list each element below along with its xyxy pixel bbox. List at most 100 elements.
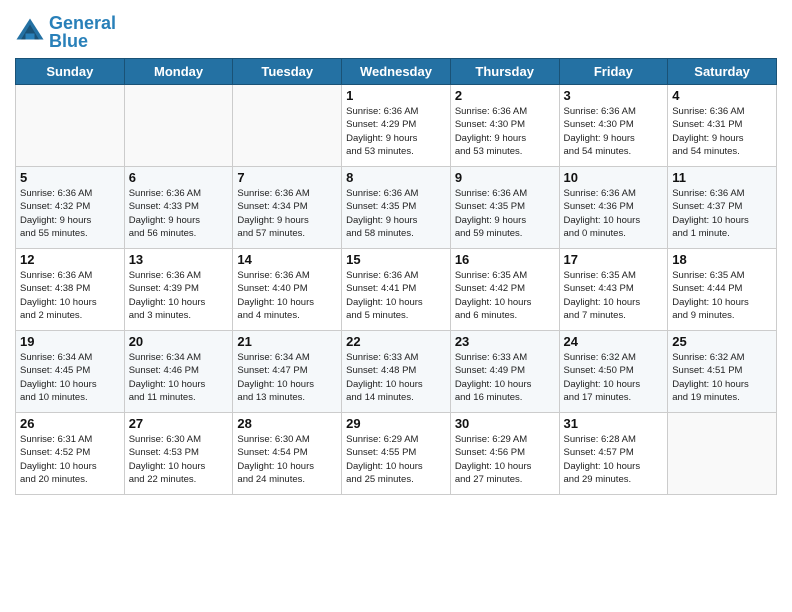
week-row-2: 5 Sunrise: 6:36 AM Sunset: 4:32 PM Daylig… bbox=[16, 167, 777, 249]
day-info: Sunrise: 6:36 AM Sunset: 4:30 PM Dayligh… bbox=[564, 105, 664, 158]
day-number: 8 bbox=[346, 170, 446, 185]
day-number: 26 bbox=[20, 416, 120, 431]
day-info: Sunrise: 6:30 AM Sunset: 4:54 PM Dayligh… bbox=[237, 433, 337, 486]
col-header-sunday: Sunday bbox=[16, 59, 125, 85]
day-cell: 23 Sunrise: 6:33 AM Sunset: 4:49 PM Dayli… bbox=[450, 331, 559, 413]
day-cell: 11 Sunrise: 6:36 AM Sunset: 4:37 PM Dayli… bbox=[668, 167, 777, 249]
day-cell: 29 Sunrise: 6:29 AM Sunset: 4:55 PM Dayli… bbox=[342, 413, 451, 495]
day-cell: 12Sunrise: 6:36 AM Sunset: 4:38 PM Dayli… bbox=[16, 249, 125, 331]
day-number: 12 bbox=[20, 252, 120, 267]
day-info: Sunrise: 6:36 AM Sunset: 4:35 PM Dayligh… bbox=[455, 187, 555, 240]
day-cell bbox=[124, 85, 233, 167]
day-info: Sunrise: 6:32 AM Sunset: 4:50 PM Dayligh… bbox=[564, 351, 664, 404]
week-row-5: 26 Sunrise: 6:31 AM Sunset: 4:52 PM Dayli… bbox=[16, 413, 777, 495]
day-cell: 4Sunrise: 6:36 AM Sunset: 4:31 PM Daylig… bbox=[668, 85, 777, 167]
day-number: 10 bbox=[564, 170, 664, 185]
day-cell: 27 Sunrise: 6:30 AM Sunset: 4:53 PM Dayli… bbox=[124, 413, 233, 495]
day-number: 5 bbox=[20, 170, 120, 185]
day-number: 19 bbox=[20, 334, 120, 349]
day-cell: 26 Sunrise: 6:31 AM Sunset: 4:52 PM Dayli… bbox=[16, 413, 125, 495]
week-row-1: 1 Sunrise: 6:36 AM Sunset: 4:29 PM Daylig… bbox=[16, 85, 777, 167]
logo-icon bbox=[15, 17, 45, 47]
col-header-wednesday: Wednesday bbox=[342, 59, 451, 85]
day-number: 27 bbox=[129, 416, 229, 431]
day-info: Sunrise: 6:34 AM Sunset: 4:46 PM Dayligh… bbox=[129, 351, 229, 404]
day-cell: 1 Sunrise: 6:36 AM Sunset: 4:29 PM Daylig… bbox=[342, 85, 451, 167]
day-info: Sunrise: 6:36 AM Sunset: 4:30 PM Dayligh… bbox=[455, 105, 555, 158]
col-header-saturday: Saturday bbox=[668, 59, 777, 85]
day-info: Sunrise: 6:32 AM Sunset: 4:51 PM Dayligh… bbox=[672, 351, 772, 404]
calendar: SundayMondayTuesdayWednesdayThursdayFrid… bbox=[15, 58, 777, 495]
day-cell: 21 Sunrise: 6:34 AM Sunset: 4:47 PM Dayli… bbox=[233, 331, 342, 413]
day-number: 11 bbox=[672, 170, 772, 185]
day-cell: 20Sunrise: 6:34 AM Sunset: 4:46 PM Dayli… bbox=[124, 331, 233, 413]
day-info: Sunrise: 6:29 AM Sunset: 4:56 PM Dayligh… bbox=[455, 433, 555, 486]
day-info: Sunrise: 6:33 AM Sunset: 4:48 PM Dayligh… bbox=[346, 351, 446, 404]
day-number: 15 bbox=[346, 252, 446, 267]
day-number: 21 bbox=[237, 334, 337, 349]
day-info: Sunrise: 6:35 AM Sunset: 4:42 PM Dayligh… bbox=[455, 269, 555, 322]
day-cell: 19Sunrise: 6:34 AM Sunset: 4:45 PM Dayli… bbox=[16, 331, 125, 413]
day-number: 4 bbox=[672, 88, 772, 103]
day-cell: 8 Sunrise: 6:36 AM Sunset: 4:35 PM Daylig… bbox=[342, 167, 451, 249]
day-cell: 6 Sunrise: 6:36 AM Sunset: 4:33 PM Daylig… bbox=[124, 167, 233, 249]
col-header-thursday: Thursday bbox=[450, 59, 559, 85]
day-cell: 16Sunrise: 6:35 AM Sunset: 4:42 PM Dayli… bbox=[450, 249, 559, 331]
day-cell: 7 Sunrise: 6:36 AM Sunset: 4:34 PM Daylig… bbox=[233, 167, 342, 249]
day-info: Sunrise: 6:36 AM Sunset: 4:35 PM Dayligh… bbox=[346, 187, 446, 240]
day-info: Sunrise: 6:36 AM Sunset: 4:40 PM Dayligh… bbox=[237, 269, 337, 322]
col-header-tuesday: Tuesday bbox=[233, 59, 342, 85]
day-cell: 14 Sunrise: 6:36 AM Sunset: 4:40 PM Dayli… bbox=[233, 249, 342, 331]
day-number: 30 bbox=[455, 416, 555, 431]
day-number: 3 bbox=[564, 88, 664, 103]
day-cell bbox=[233, 85, 342, 167]
day-number: 14 bbox=[237, 252, 337, 267]
day-cell: 3 Sunrise: 6:36 AM Sunset: 4:30 PM Daylig… bbox=[559, 85, 668, 167]
week-row-4: 19Sunrise: 6:34 AM Sunset: 4:45 PM Dayli… bbox=[16, 331, 777, 413]
day-cell: 30 Sunrise: 6:29 AM Sunset: 4:56 PM Dayli… bbox=[450, 413, 559, 495]
day-info: Sunrise: 6:36 AM Sunset: 4:37 PM Dayligh… bbox=[672, 187, 772, 240]
day-info: Sunrise: 6:36 AM Sunset: 4:36 PM Dayligh… bbox=[564, 187, 664, 240]
day-info: Sunrise: 6:35 AM Sunset: 4:43 PM Dayligh… bbox=[564, 269, 664, 322]
day-info: Sunrise: 6:30 AM Sunset: 4:53 PM Dayligh… bbox=[129, 433, 229, 486]
day-info: Sunrise: 6:31 AM Sunset: 4:52 PM Dayligh… bbox=[20, 433, 120, 486]
day-cell: 5 Sunrise: 6:36 AM Sunset: 4:32 PM Daylig… bbox=[16, 167, 125, 249]
day-cell: 10 Sunrise: 6:36 AM Sunset: 4:36 PM Dayli… bbox=[559, 167, 668, 249]
col-header-monday: Monday bbox=[124, 59, 233, 85]
day-number: 31 bbox=[564, 416, 664, 431]
day-number: 18 bbox=[672, 252, 772, 267]
day-number: 22 bbox=[346, 334, 446, 349]
day-info: Sunrise: 6:36 AM Sunset: 4:39 PM Dayligh… bbox=[129, 269, 229, 322]
day-cell: 2 Sunrise: 6:36 AM Sunset: 4:30 PM Daylig… bbox=[450, 85, 559, 167]
day-info: Sunrise: 6:33 AM Sunset: 4:49 PM Dayligh… bbox=[455, 351, 555, 404]
day-number: 24 bbox=[564, 334, 664, 349]
day-info: Sunrise: 6:36 AM Sunset: 4:41 PM Dayligh… bbox=[346, 269, 446, 322]
day-cell: 31 Sunrise: 6:28 AM Sunset: 4:57 PM Dayli… bbox=[559, 413, 668, 495]
week-row-3: 12Sunrise: 6:36 AM Sunset: 4:38 PM Dayli… bbox=[16, 249, 777, 331]
day-number: 25 bbox=[672, 334, 772, 349]
day-cell: 17Sunrise: 6:35 AM Sunset: 4:43 PM Dayli… bbox=[559, 249, 668, 331]
day-number: 29 bbox=[346, 416, 446, 431]
day-info: Sunrise: 6:34 AM Sunset: 4:47 PM Dayligh… bbox=[237, 351, 337, 404]
day-info: Sunrise: 6:29 AM Sunset: 4:55 PM Dayligh… bbox=[346, 433, 446, 486]
day-info: Sunrise: 6:36 AM Sunset: 4:29 PM Dayligh… bbox=[346, 105, 446, 158]
day-number: 2 bbox=[455, 88, 555, 103]
day-info: Sunrise: 6:36 AM Sunset: 4:32 PM Dayligh… bbox=[20, 187, 120, 240]
day-number: 1 bbox=[346, 88, 446, 103]
day-number: 13 bbox=[129, 252, 229, 267]
day-cell bbox=[668, 413, 777, 495]
logo: General Blue bbox=[15, 14, 116, 50]
day-info: Sunrise: 6:36 AM Sunset: 4:34 PM Dayligh… bbox=[237, 187, 337, 240]
day-number: 28 bbox=[237, 416, 337, 431]
day-cell: 13 Sunrise: 6:36 AM Sunset: 4:39 PM Dayli… bbox=[124, 249, 233, 331]
day-info: Sunrise: 6:36 AM Sunset: 4:33 PM Dayligh… bbox=[129, 187, 229, 240]
calendar-header-row: SundayMondayTuesdayWednesdayThursdayFrid… bbox=[16, 59, 777, 85]
logo-name: General Blue bbox=[49, 14, 116, 50]
day-number: 7 bbox=[237, 170, 337, 185]
col-header-friday: Friday bbox=[559, 59, 668, 85]
day-number: 23 bbox=[455, 334, 555, 349]
day-number: 6 bbox=[129, 170, 229, 185]
day-cell: 9Sunrise: 6:36 AM Sunset: 4:35 PM Daylig… bbox=[450, 167, 559, 249]
day-cell: 15 Sunrise: 6:36 AM Sunset: 4:41 PM Dayli… bbox=[342, 249, 451, 331]
day-info: Sunrise: 6:28 AM Sunset: 4:57 PM Dayligh… bbox=[564, 433, 664, 486]
